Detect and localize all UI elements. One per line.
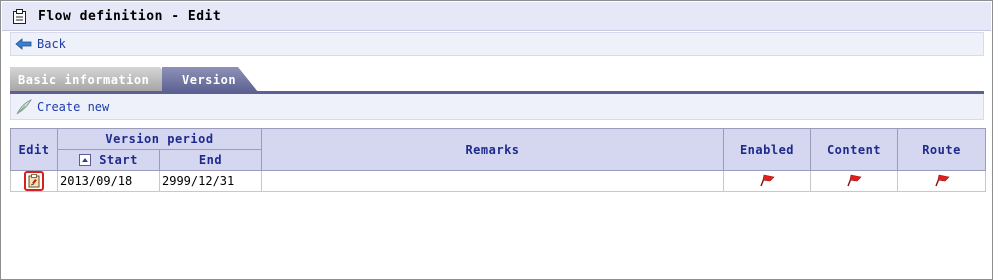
tab-label: Version [182,72,237,87]
table-row: 2013/09/18 2999/12/31 [10,170,986,192]
column-header-remarks: Remarks [261,128,724,171]
column-header-start[interactable]: Start [57,149,160,171]
red-flag-icon[interactable] [758,173,776,187]
title-bar: Flow definition - Edit [2,2,991,31]
remarks-cell [261,170,724,192]
window-frame: Flow definition - Edit Back Basic inform… [0,0,993,280]
column-header-route: Route [897,128,986,171]
tab-version[interactable]: Version [162,67,258,92]
column-header-edit: Edit [10,128,58,171]
back-arrow-icon[interactable] [15,37,33,51]
tab-strip: Basic information Version [10,67,984,94]
back-bar: Back [10,32,984,56]
red-flag-icon[interactable] [845,173,863,187]
create-new-link[interactable]: Create new [37,100,109,114]
start-label: Start [99,153,138,167]
tab-basic-information[interactable]: Basic information [10,67,180,92]
column-header-end[interactable]: End [159,149,262,171]
feather-pen-icon[interactable] [15,98,33,115]
version-table: Edit Version period Remarks Enabled Cont… [10,128,986,192]
red-flag-icon[interactable] [933,173,951,187]
column-header-version-period: Version period [57,128,262,150]
tab-label: Basic information [18,72,150,87]
clipboard-icon [12,8,27,24]
back-link[interactable]: Back [37,37,66,51]
route-cell [897,170,986,192]
column-header-enabled: Enabled [723,128,811,171]
edit-icon[interactable] [24,171,44,191]
enabled-cell [723,170,811,192]
content-cell [810,170,898,192]
start-date-cell: 2013/09/18 [57,170,160,192]
create-bar: Create new [10,94,984,120]
edit-cell [10,170,58,192]
sort-ascending-icon[interactable] [79,154,92,166]
column-header-content: Content [810,128,898,171]
end-date-cell: 2999/12/31 [159,170,262,192]
page-title: Flow definition - Edit [38,8,222,24]
